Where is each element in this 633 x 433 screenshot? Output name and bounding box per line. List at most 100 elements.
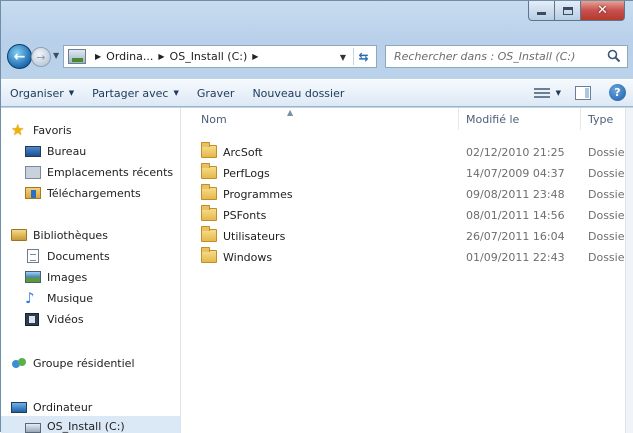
nav-bureau[interactable]: Bureau [1,141,180,161]
column-modified[interactable]: Modifié le [466,113,519,126]
file-modified: 14/07/2009 04:37 [466,167,565,180]
organise-menu[interactable]: Organiser ▼ [1,80,83,106]
file-type: Dossier [588,146,630,159]
file-modified: 08/01/2011 14:56 [466,209,565,222]
file-type: Dossier [588,251,630,264]
nav-images[interactable]: Images [1,267,180,287]
file-modified: 09/08/2011 23:48 [466,188,565,201]
file-modified: 02/12/2010 21:25 [466,146,565,159]
file-row[interactable]: PerfLogs 14/07/2009 04:37 Dossier [182,162,633,184]
share-dropdown-icon: ▼ [173,89,179,97]
nav-documents[interactable]: Documents [1,246,180,266]
file-row[interactable]: PSFonts 08/01/2011 14:56 Dossier [182,204,633,226]
nav-libraries[interactable]: Bibliothèques [1,225,180,245]
file-name: Programmes [223,188,293,201]
help-icon[interactable]: ? [609,84,626,101]
file-row[interactable]: Utilisateurs 26/07/2011 16:04 Dossier [182,225,633,247]
refresh-icon: ⇆ [358,49,369,64]
file-row[interactable]: ArcSoft 02/12/2010 21:25 Dossier [182,141,633,163]
address-bar[interactable]: ▶ Ordina... ▶ OS_Install (C:) ▶ ▼ ⇆ [63,45,377,68]
file-type: Dossier [588,209,630,222]
column-divider[interactable] [580,108,581,130]
nav-musique-label: Musique [47,291,93,305]
column-type[interactable]: Type [588,113,613,126]
back-arrow-icon: ← [13,48,26,65]
search-input[interactable] [394,50,599,63]
close-button[interactable]: ✕ [581,1,625,21]
caption-buttons: ✕ [528,1,625,21]
file-name: PSFonts [223,209,267,222]
file-list: Nom ▲ Modifié le Type ArcSoft 02/12/2010… [182,108,633,433]
folder-icon [201,226,217,242]
nav-drive-label: OS_Install (C:) [47,419,125,433]
crumb-separator-icon[interactable]: ▶ [158,52,164,61]
nav-musique[interactable]: ♪ Musique [1,288,180,308]
file-name: Utilisateurs [223,230,286,243]
new-folder-label: Nouveau dossier [252,86,345,100]
organise-dropdown-icon: ▼ [68,89,75,97]
nav-telechargements-label: Téléchargements [47,186,141,200]
document-icon [27,249,39,263]
address-dropdown-icon[interactable]: ▼ [340,53,346,62]
nav-documents-label: Documents [47,249,110,263]
nav-homegroup[interactable]: Groupe résidentiel [1,353,180,373]
folder-icon [201,142,217,158]
sort-ascending-icon: ▲ [287,108,294,117]
close-icon: ✕ [597,3,608,18]
file-modified: 01/09/2011 22:43 [466,251,565,264]
folder-icon [201,163,217,179]
change-view-icon[interactable] [533,86,550,100]
downloads-icon [25,187,41,199]
maximize-button[interactable] [555,1,581,21]
burn-button[interactable]: Graver [188,80,244,106]
breadcrumb-drive[interactable]: OS_Install (C:) [170,50,248,63]
forward-arrow-icon: → [36,50,46,64]
forward-button[interactable]: → [31,47,51,67]
file-type: Dossier [588,230,630,243]
command-bar: Organiser ▼ Partager avec ▼ Graver Nouveau… [1,79,633,107]
navigation-pane: ★ Favoris Bureau Emplacements récents Té… [1,108,181,433]
column-header: Nom ▲ Modifié le Type [182,108,633,130]
view-dropdown-icon[interactable]: ▼ [556,89,561,97]
share-menu[interactable]: Partager avec ▼ [83,80,188,106]
history-dropdown-icon[interactable]: ▼ [53,51,59,60]
nav-images-label: Images [47,270,88,284]
minimize-icon [537,12,546,15]
new-folder-button[interactable]: Nouveau dossier [243,80,353,106]
column-name[interactable]: Nom [201,113,227,126]
toolbar-right-group: ▼ ? [533,84,626,101]
homegroup-icon [11,356,27,370]
refresh-button[interactable]: ⇆ [353,48,373,65]
drive-icon [25,422,41,433]
breadcrumb-computer[interactable]: Ordina... [106,50,153,63]
folder-icon [201,205,217,221]
preview-pane-icon[interactable] [575,85,591,100]
crumb-separator-icon[interactable]: ▶ [95,52,101,61]
file-row[interactable]: Programmes 09/08/2011 23:48 Dossier [182,183,633,205]
vertical-scrollbar[interactable] [625,108,633,433]
video-icon [25,312,39,326]
nav-telechargements[interactable]: Téléchargements [1,183,180,203]
nav-emplacements[interactable]: Emplacements récents [1,162,180,182]
organise-label: Organiser [10,86,64,100]
computer-icon [11,401,27,413]
back-button[interactable]: ← [7,44,32,69]
file-row[interactable]: Windows 01/09/2011 22:43 Dossier [182,246,633,268]
minimize-button[interactable] [528,1,555,21]
nav-libraries-label: Bibliothèques [33,228,108,242]
search-icon[interactable] [607,49,621,63]
crumb-separator-icon[interactable]: ▶ [252,52,258,61]
nav-favorites[interactable]: ★ Favoris [1,120,180,140]
search-box [385,45,628,68]
nav-videos[interactable]: Vidéos [1,309,180,329]
file-name: ArcSoft [223,146,263,159]
library-icon [11,229,27,241]
nav-computer[interactable]: Ordinateur [1,397,180,417]
desktop-icon [25,145,41,157]
star-icon: ★ [11,121,25,139]
nav-drive[interactable]: OS_Install (C:) [1,416,180,433]
folder-icon [201,184,217,200]
burn-label: Graver [196,86,235,100]
column-divider[interactable] [458,108,459,130]
file-type: Dossier [588,167,630,180]
